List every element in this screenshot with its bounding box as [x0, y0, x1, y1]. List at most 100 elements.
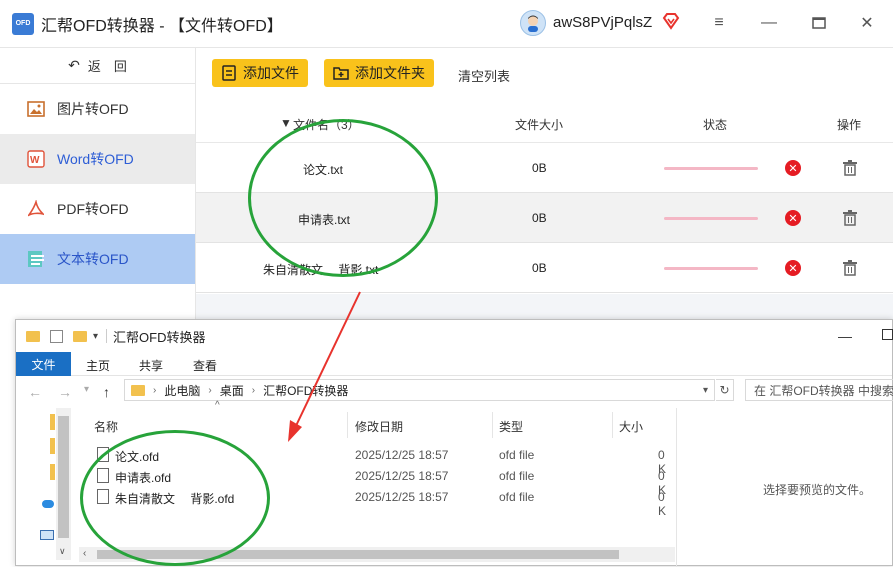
sidebar-item-label: PDF转OFD [57, 201, 129, 217]
file-explorer-window: ▾ 汇帮OFD转换器 — 文件 主页 共享 查看 ← → ▾ ↑ › 此电脑 ›… [15, 319, 893, 567]
add-file-button[interactable]: 添加文件 [212, 59, 308, 87]
add-file-icon [222, 65, 236, 81]
divider[interactable] [492, 412, 493, 438]
sidebar-item-image[interactable]: 图片转OFD [0, 84, 195, 134]
sort-up-icon: ^ [215, 400, 220, 411]
preview-pane: 选择要预览的文件。 [676, 408, 893, 567]
sort-down-icon[interactable]: ▼ [280, 116, 292, 130]
add-folder-button[interactable]: 添加文件夹 [324, 59, 434, 87]
file-icon [97, 489, 109, 504]
properties-icon[interactable] [50, 329, 63, 343]
table-row[interactable]: 申请表.txt 0B ✕ [196, 193, 893, 243]
forward-arrow-icon[interactable]: → [58, 384, 72, 400]
file-name: 论文.txt [303, 163, 344, 177]
window-title: 汇帮OFD转换器 - 【文件转OFD】 [41, 17, 283, 35]
column-header-name[interactable]: 名称 [94, 418, 118, 435]
back-button[interactable]: ↶ 返 回 [0, 48, 195, 84]
list-item[interactable]: 论文.ofd 2025/12/25 18:57 ofd file 0 K [79, 445, 675, 476]
divider[interactable] [347, 412, 348, 438]
column-header-size[interactable]: 大小 [619, 418, 643, 435]
file-name: 论文.ofd [115, 450, 160, 464]
maximize-icon[interactable] [882, 329, 893, 340]
recent-dropdown-icon[interactable]: ▾ [84, 384, 89, 395]
maximize-icon[interactable] [810, 14, 828, 32]
folder-icon[interactable] [50, 414, 55, 430]
toolbar: 添加文件 添加文件夹 清空列表 [196, 48, 893, 100]
minimize-icon[interactable]: — [760, 14, 778, 32]
trash-icon[interactable] [843, 160, 857, 176]
folder-icon [26, 330, 40, 342]
vertical-scrollbar[interactable]: ∨ [56, 408, 71, 560]
username-label[interactable]: awS8PVjPqlsZ [553, 14, 652, 31]
sidebar-item-pdf[interactable]: PDF转OFD [0, 184, 195, 234]
trash-icon[interactable] [843, 260, 857, 276]
quick-access-dropdown-icon[interactable]: ▾ [93, 331, 98, 342]
address-bar[interactable]: › 此电脑 › 桌面 › 汇帮OFD转换器 ▾ [124, 379, 715, 401]
table-row[interactable]: 朱自清散文 背影.txt 0B ✕ [196, 243, 893, 293]
breadcrumb-item[interactable]: 此电脑 [164, 382, 200, 399]
column-header-size: 文件大小 [515, 118, 564, 132]
image-icon [26, 99, 46, 119]
progress-bar [664, 267, 758, 270]
remove-icon[interactable]: ✕ [785, 210, 801, 226]
scrollbar-thumb[interactable] [58, 416, 69, 538]
divider[interactable] [612, 412, 613, 438]
sidebar-item-label: Word转OFD [57, 151, 134, 167]
navigation-pane: ∨ [16, 408, 76, 567]
user-avatar[interactable] [520, 10, 546, 36]
horizontal-scrollbar[interactable]: ‹ [79, 547, 675, 562]
refresh-icon[interactable]: ↻ [716, 379, 734, 401]
word-icon: W [26, 149, 46, 169]
folder-icon[interactable] [50, 438, 55, 454]
file-size: 0 K [658, 490, 667, 518]
add-folder-label: 添加文件夹 [355, 65, 425, 81]
list-item[interactable]: 申请表.ofd 2025/12/25 18:57 ofd file 0 K [79, 466, 675, 497]
list-item[interactable]: 朱自清散文 背影.ofd 2025/12/25 18:57 ofd file 0… [79, 487, 675, 518]
file-date: 2025/12/25 18:57 [355, 448, 449, 462]
tab-share[interactable]: 共享 [139, 357, 163, 374]
chevron-left-icon[interactable]: ‹ [83, 548, 86, 559]
new-folder-icon[interactable] [73, 330, 87, 342]
back-arrow-icon[interactable]: ← [28, 384, 42, 400]
close-icon[interactable]: ✕ [858, 14, 876, 32]
sidebar-item-text[interactable]: 文本转OFD [0, 234, 195, 284]
column-header-date[interactable]: 修改日期 [355, 418, 403, 435]
remove-icon[interactable]: ✕ [785, 260, 801, 276]
vip-diamond-icon[interactable] [662, 12, 680, 30]
clear-list-button[interactable]: 清空列表 [458, 66, 510, 85]
file-list-pane: ^ 名称 修改日期 类型 大小 论文.ofd 2025/12/25 18:57 … [79, 400, 675, 567]
scrollbar-thumb[interactable] [97, 550, 619, 559]
sidebar-item-word[interactable]: W Word转OFD [0, 134, 195, 184]
title-bar: OFD 汇帮OFD转换器 - 【文件转OFD】 awS8PVjPqlsZ ≡ —… [0, 0, 893, 48]
tab-file[interactable]: 文件 [16, 352, 71, 376]
folder-icon[interactable] [50, 464, 55, 480]
chevron-right-icon[interactable]: › [153, 385, 156, 396]
column-header-type[interactable]: 类型 [499, 418, 523, 435]
table-row[interactable]: 论文.txt 0B ✕ [196, 143, 893, 193]
file-size: 0B [532, 211, 547, 225]
breadcrumb-item[interactable]: 桌面 [220, 382, 244, 399]
address-dropdown-icon[interactable]: ▾ [703, 385, 708, 396]
file-type: ofd file [499, 490, 535, 504]
column-header-name[interactable]: 文件名（3） [293, 116, 360, 133]
avatar-icon [528, 15, 538, 32]
tab-view[interactable]: 查看 [193, 357, 217, 374]
search-input[interactable]: 在 汇帮OFD转换器 中搜索 [745, 379, 893, 401]
trash-icon[interactable] [843, 210, 857, 226]
chevron-right-icon[interactable]: › [208, 385, 211, 396]
address-row: ← → ▾ ↑ › 此电脑 › 桌面 › 汇帮OFD转换器 ▾ ↻ 在 汇帮OF… [16, 376, 893, 406]
breadcrumb-item[interactable]: 汇帮OFD转换器 [263, 382, 348, 399]
file-name: 朱自清散文 背影.ofd [115, 492, 235, 506]
chevron-down-icon[interactable]: ∨ [59, 546, 66, 557]
up-arrow-icon[interactable]: ↑ [103, 384, 110, 400]
menu-icon[interactable]: ≡ [710, 14, 728, 32]
cloud-icon[interactable] [42, 500, 54, 508]
tab-home[interactable]: 主页 [86, 357, 110, 374]
remove-icon[interactable]: ✕ [785, 160, 801, 176]
add-folder-icon [333, 67, 349, 80]
ribbon-tabs: 文件 主页 共享 查看 [16, 352, 892, 376]
minimize-icon[interactable]: — [838, 328, 852, 344]
this-pc-icon[interactable] [40, 530, 54, 540]
file-table: ▼ 文件名（3） 文件大小 状态 操作 论文.txt 0B ✕ 申请表.txt … [196, 100, 893, 294]
chevron-right-icon[interactable]: › [252, 385, 255, 396]
